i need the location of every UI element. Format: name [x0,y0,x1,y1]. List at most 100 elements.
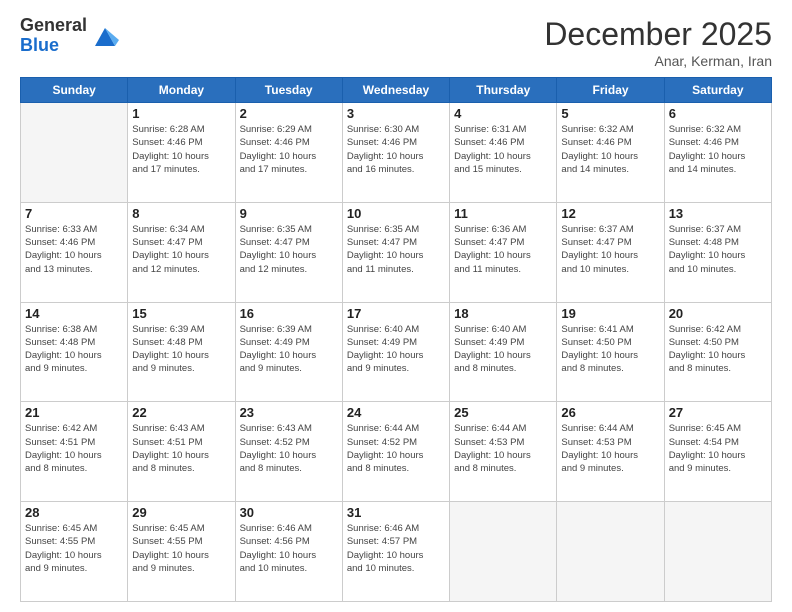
day-info: Sunrise: 6:37 AMSunset: 4:47 PMDaylight:… [561,223,659,276]
calendar-table: SundayMondayTuesdayWednesdayThursdayFrid… [20,77,772,602]
calendar-cell [450,502,557,602]
day-number: 24 [347,405,445,420]
day-info: Sunrise: 6:45 AMSunset: 4:55 PMDaylight:… [25,522,123,575]
logo-icon [91,22,119,50]
calendar-cell: 13 Sunrise: 6:37 AMSunset: 4:48 PMDayligh… [664,202,771,302]
day-info: Sunrise: 6:44 AMSunset: 4:53 PMDaylight:… [561,422,659,475]
month-title: December 2025 [544,16,772,53]
day-number: 12 [561,206,659,221]
calendar-cell: 27Sunrise: 6:45 AMSunset: 4:54 PMDayligh… [664,402,771,502]
day-number: 5 [561,106,659,121]
day-number: 7 [25,206,123,221]
day-number: 4 [454,106,552,121]
day-info: Sunrise: 6:42 AMSunset: 4:51 PMDaylight:… [25,422,123,475]
day-info: Sunrise: 6:41 AMSunset: 4:50 PMDaylight:… [561,323,659,376]
day-number: 13 [669,206,767,221]
day-info: Sunrise: 6:39 AMSunset: 4:48 PMDaylight:… [132,323,230,376]
calendar-cell: 22 Sunrise: 6:43 AMSunset: 4:51 PMDayligh… [128,402,235,502]
day-info: Sunrise: 6:39 AMSunset: 4:49 PMDaylight:… [240,323,338,376]
day-info: Sunrise: 6:30 AMSunset: 4:46 PMDaylight:… [347,123,445,176]
calendar-cell: 16 Sunrise: 6:39 AMSunset: 4:49 PMDayligh… [235,302,342,402]
calendar-cell [21,103,128,203]
day-number: 19 [561,306,659,321]
day-number: 17 [347,306,445,321]
weekday-header: Thursday [450,78,557,103]
day-info: Sunrise: 6:33 AMSunset: 4:46 PMDaylight:… [25,223,123,276]
weekday-header: Saturday [664,78,771,103]
day-number: 10 [347,206,445,221]
day-info: Sunrise: 6:46 AMSunset: 4:56 PMDaylight:… [240,522,338,575]
day-number: 29 [132,505,230,520]
day-number: 3 [347,106,445,121]
weekday-header: Wednesday [342,78,449,103]
calendar-cell [557,502,664,602]
calendar-cell: 4 Sunrise: 6:31 AMSunset: 4:46 PMDaylight… [450,103,557,203]
calendar-cell: 7 Sunrise: 6:33 AMSunset: 4:46 PMDaylight… [21,202,128,302]
calendar-cell: 23 Sunrise: 6:43 AMSunset: 4:52 PMDayligh… [235,402,342,502]
day-info: Sunrise: 6:32 AMSunset: 4:46 PMDaylight:… [561,123,659,176]
calendar-cell: 28Sunrise: 6:45 AMSunset: 4:55 PMDayligh… [21,502,128,602]
day-number: 15 [132,306,230,321]
calendar-cell: 5 Sunrise: 6:32 AMSunset: 4:46 PMDaylight… [557,103,664,203]
calendar-cell: 17 Sunrise: 6:40 AMSunset: 4:49 PMDayligh… [342,302,449,402]
calendar-cell: 24Sunrise: 6:44 AMSunset: 4:52 PMDayligh… [342,402,449,502]
day-number: 30 [240,505,338,520]
calendar-cell: 18Sunrise: 6:40 AMSunset: 4:49 PMDayligh… [450,302,557,402]
weekday-header: Tuesday [235,78,342,103]
day-number: 31 [347,505,445,520]
calendar-cell: 26 Sunrise: 6:44 AMSunset: 4:53 PMDayligh… [557,402,664,502]
day-number: 11 [454,206,552,221]
calendar-cell: 21Sunrise: 6:42 AMSunset: 4:51 PMDayligh… [21,402,128,502]
calendar-cell: 12 Sunrise: 6:37 AMSunset: 4:47 PMDayligh… [557,202,664,302]
calendar-cell: 15 Sunrise: 6:39 AMSunset: 4:48 PMDayligh… [128,302,235,402]
calendar-cell: 29 Sunrise: 6:45 AMSunset: 4:55 PMDayligh… [128,502,235,602]
day-info: Sunrise: 6:29 AMSunset: 4:46 PMDaylight:… [240,123,338,176]
day-info: Sunrise: 6:37 AMSunset: 4:48 PMDaylight:… [669,223,767,276]
calendar-cell: 25Sunrise: 6:44 AMSunset: 4:53 PMDayligh… [450,402,557,502]
logo-general: General [20,16,87,36]
day-number: 16 [240,306,338,321]
day-number: 23 [240,405,338,420]
calendar-cell: 6 Sunrise: 6:32 AMSunset: 4:46 PMDaylight… [664,103,771,203]
day-number: 8 [132,206,230,221]
calendar-cell: 9 Sunrise: 6:35 AMSunset: 4:47 PMDaylight… [235,202,342,302]
day-info: Sunrise: 6:46 AMSunset: 4:57 PMDaylight:… [347,522,445,575]
day-info: Sunrise: 6:36 AMSunset: 4:47 PMDaylight:… [454,223,552,276]
calendar-cell: 8 Sunrise: 6:34 AMSunset: 4:47 PMDaylight… [128,202,235,302]
day-info: Sunrise: 6:34 AMSunset: 4:47 PMDaylight:… [132,223,230,276]
logo-text: General Blue [20,16,87,56]
day-info: Sunrise: 6:43 AMSunset: 4:52 PMDaylight:… [240,422,338,475]
calendar-cell: 20Sunrise: 6:42 AMSunset: 4:50 PMDayligh… [664,302,771,402]
day-number: 14 [25,306,123,321]
calendar-cell: 11 Sunrise: 6:36 AMSunset: 4:47 PMDayligh… [450,202,557,302]
calendar-cell [664,502,771,602]
calendar-cell: 3 Sunrise: 6:30 AMSunset: 4:46 PMDaylight… [342,103,449,203]
day-number: 26 [561,405,659,420]
day-number: 9 [240,206,338,221]
day-number: 1 [132,106,230,121]
calendar-cell: 30 Sunrise: 6:46 AMSunset: 4:56 PMDayligh… [235,502,342,602]
day-number: 22 [132,405,230,420]
weekday-header-row: SundayMondayTuesdayWednesdayThursdayFrid… [21,78,772,103]
day-info: Sunrise: 6:43 AMSunset: 4:51 PMDaylight:… [132,422,230,475]
calendar-cell: 31 Sunrise: 6:46 AMSunset: 4:57 PMDayligh… [342,502,449,602]
calendar-week-row: 28Sunrise: 6:45 AMSunset: 4:55 PMDayligh… [21,502,772,602]
day-info: Sunrise: 6:28 AMSunset: 4:46 PMDaylight:… [132,123,230,176]
day-number: 2 [240,106,338,121]
day-info: Sunrise: 6:35 AMSunset: 4:47 PMDaylight:… [240,223,338,276]
day-info: Sunrise: 6:35 AMSunset: 4:47 PMDaylight:… [347,223,445,276]
day-number: 6 [669,106,767,121]
day-number: 25 [454,405,552,420]
calendar-cell: 14Sunrise: 6:38 AMSunset: 4:48 PMDayligh… [21,302,128,402]
weekday-header: Monday [128,78,235,103]
title-block: December 2025 Anar, Kerman, Iran [544,16,772,69]
calendar-week-row: 14Sunrise: 6:38 AMSunset: 4:48 PMDayligh… [21,302,772,402]
day-info: Sunrise: 6:45 AMSunset: 4:55 PMDaylight:… [132,522,230,575]
day-info: Sunrise: 6:31 AMSunset: 4:46 PMDaylight:… [454,123,552,176]
day-info: Sunrise: 6:40 AMSunset: 4:49 PMDaylight:… [347,323,445,376]
logo-blue: Blue [20,36,87,56]
calendar-cell: 2 Sunrise: 6:29 AMSunset: 4:46 PMDaylight… [235,103,342,203]
day-info: Sunrise: 6:45 AMSunset: 4:54 PMDaylight:… [669,422,767,475]
day-info: Sunrise: 6:32 AMSunset: 4:46 PMDaylight:… [669,123,767,176]
calendar-week-row: 7 Sunrise: 6:33 AMSunset: 4:46 PMDaylight… [21,202,772,302]
